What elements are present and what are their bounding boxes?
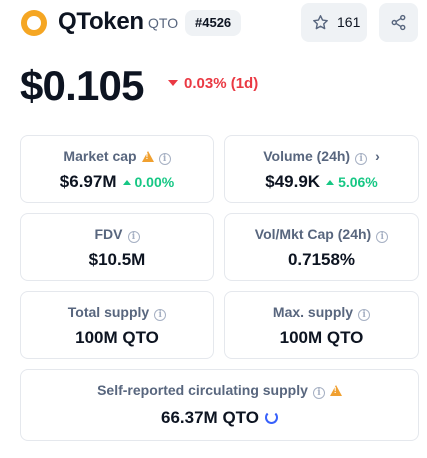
stat-change-text: 0.00% <box>134 174 175 190</box>
stat-card-total-supply: Total supply i 100M QTO <box>20 291 214 359</box>
stat-value-row: 66.37M QTO <box>21 408 418 428</box>
rank-badge: #4526 <box>185 10 242 36</box>
stat-label: Total supply <box>67 304 150 320</box>
stat-change: 5.06% <box>326 174 378 190</box>
stat-value: 100M QTO <box>279 328 364 347</box>
caret-down-icon <box>168 80 178 86</box>
stat-label-row: Total supply i <box>21 304 213 321</box>
info-icon[interactable]: i <box>355 153 368 165</box>
stat-label: FDV <box>94 226 123 242</box>
coin-logo <box>21 10 47 36</box>
watchlist-button[interactable]: 161 <box>301 3 367 42</box>
stat-label-row: Vol/Mkt Cap (24h) i <box>225 226 418 243</box>
stat-value-row: $49.9K 5.06% <box>225 172 418 192</box>
share-button[interactable] <box>379 3 418 42</box>
stat-value: 0.7158% <box>287 250 356 269</box>
stat-value: $10.5M <box>88 250 146 269</box>
coin-symbol: QTO <box>148 15 179 31</box>
stat-value: $6.97M <box>59 172 117 191</box>
stat-label: Market cap <box>63 148 137 164</box>
stat-value: $49.9K <box>265 172 321 191</box>
info-icon[interactable]: i <box>312 387 325 399</box>
stat-value: 100M QTO <box>75 328 159 347</box>
share-icon <box>391 14 406 31</box>
stat-card-fdv: FDV i $10.5M <box>20 213 214 281</box>
caret-up-icon <box>122 180 131 185</box>
info-icon[interactable]: i <box>358 309 371 321</box>
stat-label: Volume (24h) <box>263 148 351 164</box>
stat-value-row: $6.97M 0.00% <box>21 172 213 192</box>
stat-value: 66.37M QTO <box>161 408 259 427</box>
stat-label-row: Volume (24h) i › <box>225 148 418 165</box>
stat-label-row: Self-reported circulating supply i <box>21 382 418 399</box>
warning-icon[interactable] <box>329 385 342 396</box>
stat-label: Vol/Mkt Cap (24h) <box>254 226 372 242</box>
watchlist-count: 161 <box>337 14 361 30</box>
price-change: 0.03% (1d) <box>168 75 258 92</box>
price-value: $0.105 <box>20 62 144 109</box>
chevron-right-icon[interactable]: › <box>375 148 380 164</box>
info-icon[interactable]: i <box>127 231 140 243</box>
stat-label-row: Max. supply i <box>225 304 418 321</box>
stat-label-row: FDV i <box>21 226 213 243</box>
stat-label: Max. supply <box>272 304 354 320</box>
info-icon[interactable]: i <box>376 231 389 243</box>
stat-card-circulating-supply: Self-reported circulating supply i 66.37M… <box>20 369 419 441</box>
star-icon <box>313 15 328 30</box>
caret-up-icon <box>326 180 335 185</box>
stat-card-volume[interactable]: Volume (24h) i › $49.9K 5.06% <box>224 135 419 203</box>
stat-card-vol-mkt-cap: Vol/Mkt Cap (24h) i 0.7158% <box>224 213 419 281</box>
stat-card-market-cap: Market cap i $6.97M 0.00% <box>20 135 214 203</box>
info-icon[interactable]: i <box>154 309 167 321</box>
stat-card-max-supply: Max. supply i 100M QTO <box>224 291 419 359</box>
stat-label: Self-reported circulating supply <box>97 382 308 398</box>
warning-icon[interactable] <box>141 151 154 162</box>
info-icon[interactable]: i <box>158 153 171 165</box>
loading-spinner-icon <box>264 411 278 424</box>
coin-header: QToken QTO #4526 161 <box>0 0 427 48</box>
price-change-text: 0.03% (1d) <box>184 75 259 92</box>
stat-label-row: Market cap i <box>21 148 213 165</box>
stat-change-text: 5.06% <box>338 174 378 190</box>
coin-name: QToken <box>58 8 144 35</box>
stat-change: 0.00% <box>122 174 175 190</box>
